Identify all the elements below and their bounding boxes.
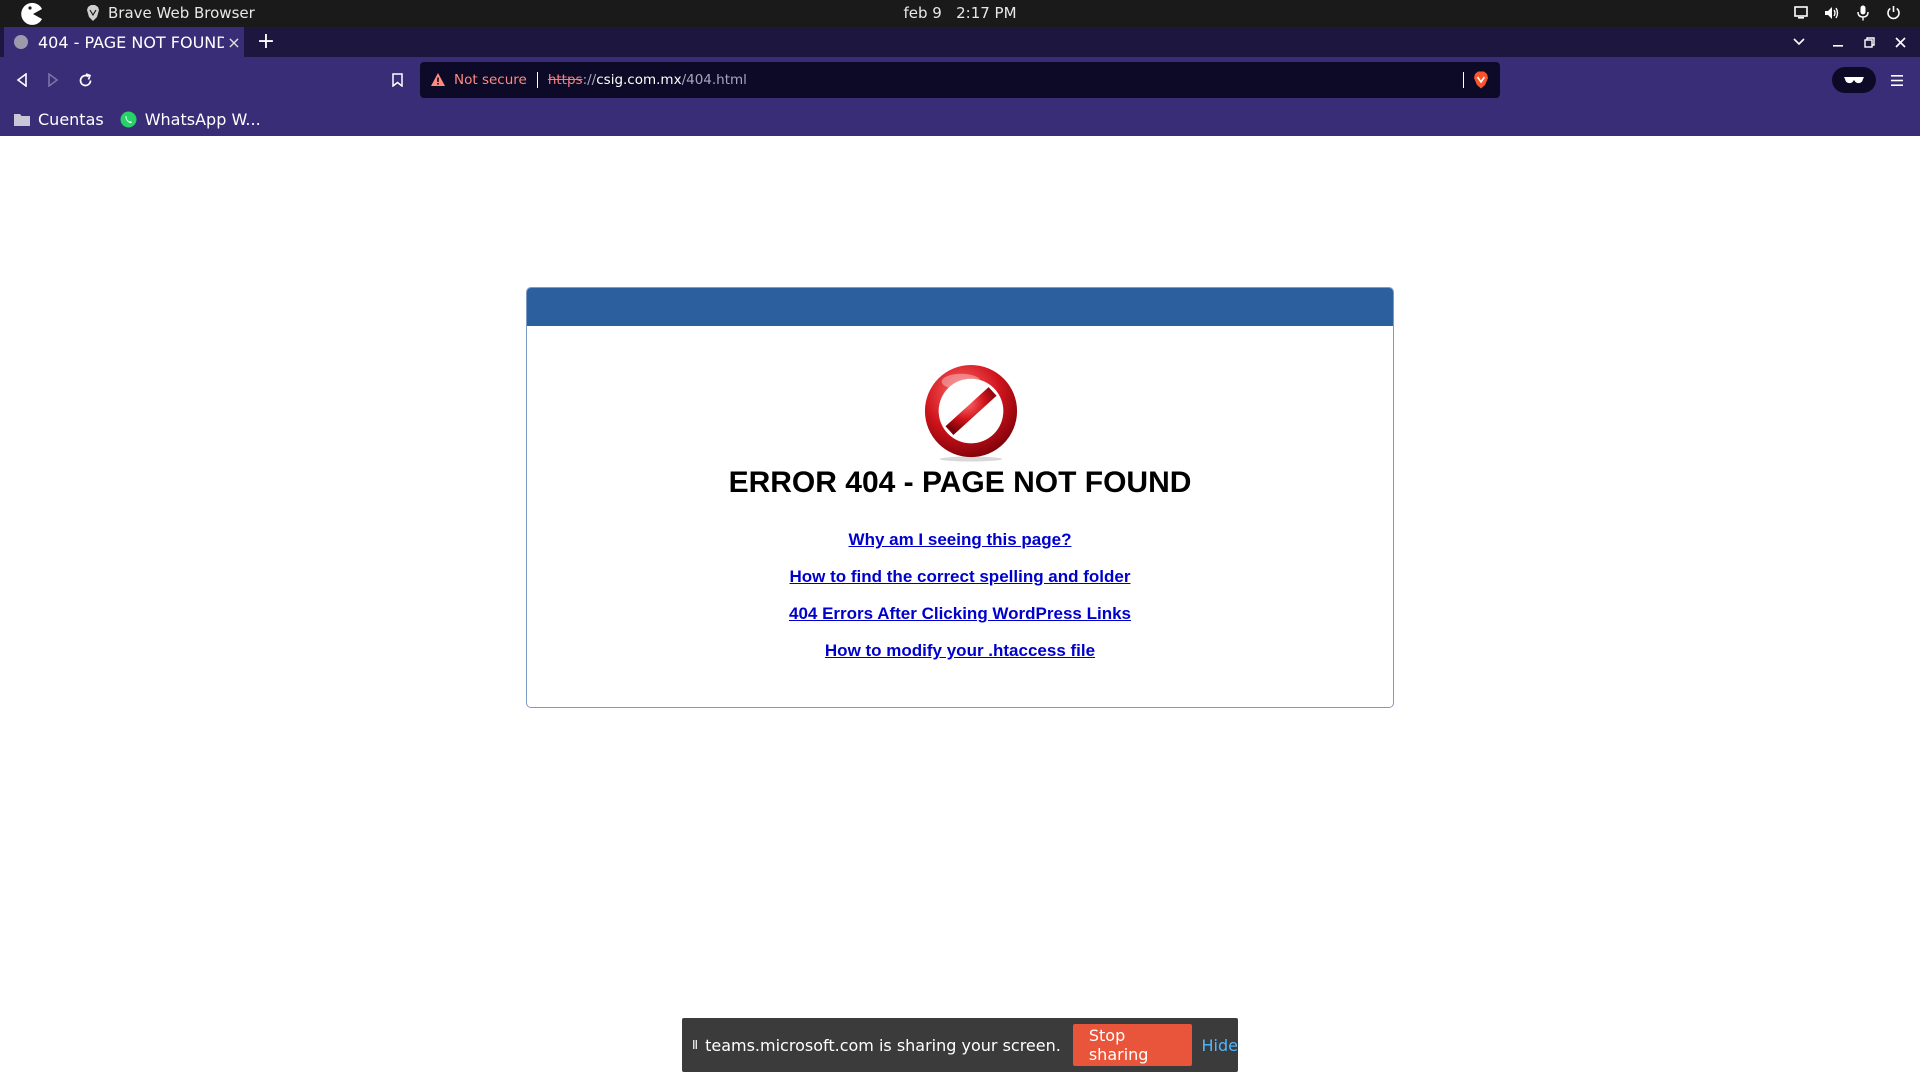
tab-404-page[interactable]: 404 - PAGE NOT FOUND × (4, 27, 244, 57)
stop-sharing-button[interactable]: Stop sharing (1072, 1024, 1192, 1066)
card-header-bar (527, 288, 1393, 326)
link-modify-htaccess[interactable]: How to modify your .htaccess file (527, 641, 1393, 678)
prohibited-icon (924, 364, 1018, 462)
forward-icon[interactable] (40, 67, 66, 93)
url-host: csig.com.mx (596, 72, 682, 88)
url-scheme-separator: :// (582, 72, 597, 88)
url-scheme: https (547, 72, 583, 88)
address-bar[interactable]: Not secure https://csig.com.mx/404.html (420, 62, 1500, 98)
back-icon[interactable] (9, 67, 35, 93)
bookmark-whatsapp[interactable]: WhatsApp W... (120, 110, 261, 129)
hide-button[interactable]: Hide (1202, 1036, 1238, 1055)
minimize-icon[interactable] (1823, 27, 1853, 57)
brave-lion-icon (87, 5, 99, 21)
microphone-icon[interactable] (1854, 4, 1871, 21)
link-wordpress-404[interactable]: 404 Errors After Clicking WordPress Link… (527, 604, 1393, 641)
app-menu-label: Brave Web Browser (108, 4, 255, 22)
extension-glasses-icon[interactable] (1832, 67, 1876, 93)
omnibox-divider (536, 72, 538, 88)
restore-icon[interactable] (1854, 27, 1884, 57)
whatsapp-icon (120, 111, 137, 127)
system-tray[interactable] (1792, 4, 1902, 21)
brave-shields-icon[interactable] (1472, 71, 1490, 89)
reload-icon[interactable] (72, 67, 98, 93)
clock: feb 9 2:17 PM (0, 4, 1920, 22)
volume-icon[interactable] (1823, 4, 1840, 21)
new-tab-button[interactable]: + (254, 29, 278, 55)
bookmark-icon[interactable] (384, 67, 410, 93)
not-secure-label[interactable]: Not secure (454, 72, 527, 88)
tab-close-icon[interactable]: × (224, 33, 244, 52)
bookmark-cuentas[interactable]: Cuentas (14, 110, 104, 129)
error-heading: ERROR 404 - PAGE NOT FOUND (728, 466, 1192, 499)
app-menu[interactable]: Brave Web Browser (86, 4, 255, 22)
error-card: ERROR 404 - PAGE NOT FOUND Why am I seei… (526, 287, 1394, 708)
tab-title: 404 - PAGE NOT FOUND (38, 32, 224, 52)
globe-icon (14, 35, 28, 49)
tab-strip: 404 - PAGE NOT FOUND × + (0, 27, 1920, 57)
link-correct-spelling[interactable]: How to find the correct spelling and fol… (527, 567, 1393, 604)
browser-toolbar: Not secure https://csig.com.mx/404.html (0, 57, 1920, 102)
close-window-icon[interactable] (1885, 27, 1915, 57)
activities-icon[interactable] (16, 2, 46, 25)
screen-share-bar: II teams.microsoft.com is sharing your s… (682, 1018, 1238, 1072)
clock-time[interactable]: 2:17 PM (956, 4, 1016, 22)
omnibox-divider (1463, 72, 1464, 88)
bookmark-label: Cuentas (38, 109, 104, 129)
folder-icon (14, 113, 30, 126)
pause-icon: II (692, 1038, 698, 1052)
screen-icon[interactable] (1792, 4, 1809, 21)
warning-icon[interactable] (430, 72, 446, 88)
help-links: Why am I seeing this page? How to find t… (527, 530, 1393, 678)
bookmark-label: WhatsApp W... (144, 109, 261, 129)
hamburger-menu-icon[interactable] (1884, 67, 1910, 93)
url-path: /404.html (681, 72, 747, 88)
link-why-seeing-page[interactable]: Why am I seeing this page? (527, 530, 1393, 567)
system-top-bar: Brave Web Browser feb 9 2:17 PM (0, 0, 1920, 27)
clock-date[interactable]: feb 9 (903, 4, 941, 22)
page-content: ERROR 404 - PAGE NOT FOUND Why am I seei… (0, 136, 1920, 1080)
bookmarks-bar: Cuentas WhatsApp W... (0, 102, 1920, 136)
tab-search-chevron-icon[interactable] (1784, 27, 1814, 57)
share-message: teams.microsoft.com is sharing your scre… (705, 1035, 1061, 1055)
power-icon[interactable] (1885, 4, 1902, 21)
